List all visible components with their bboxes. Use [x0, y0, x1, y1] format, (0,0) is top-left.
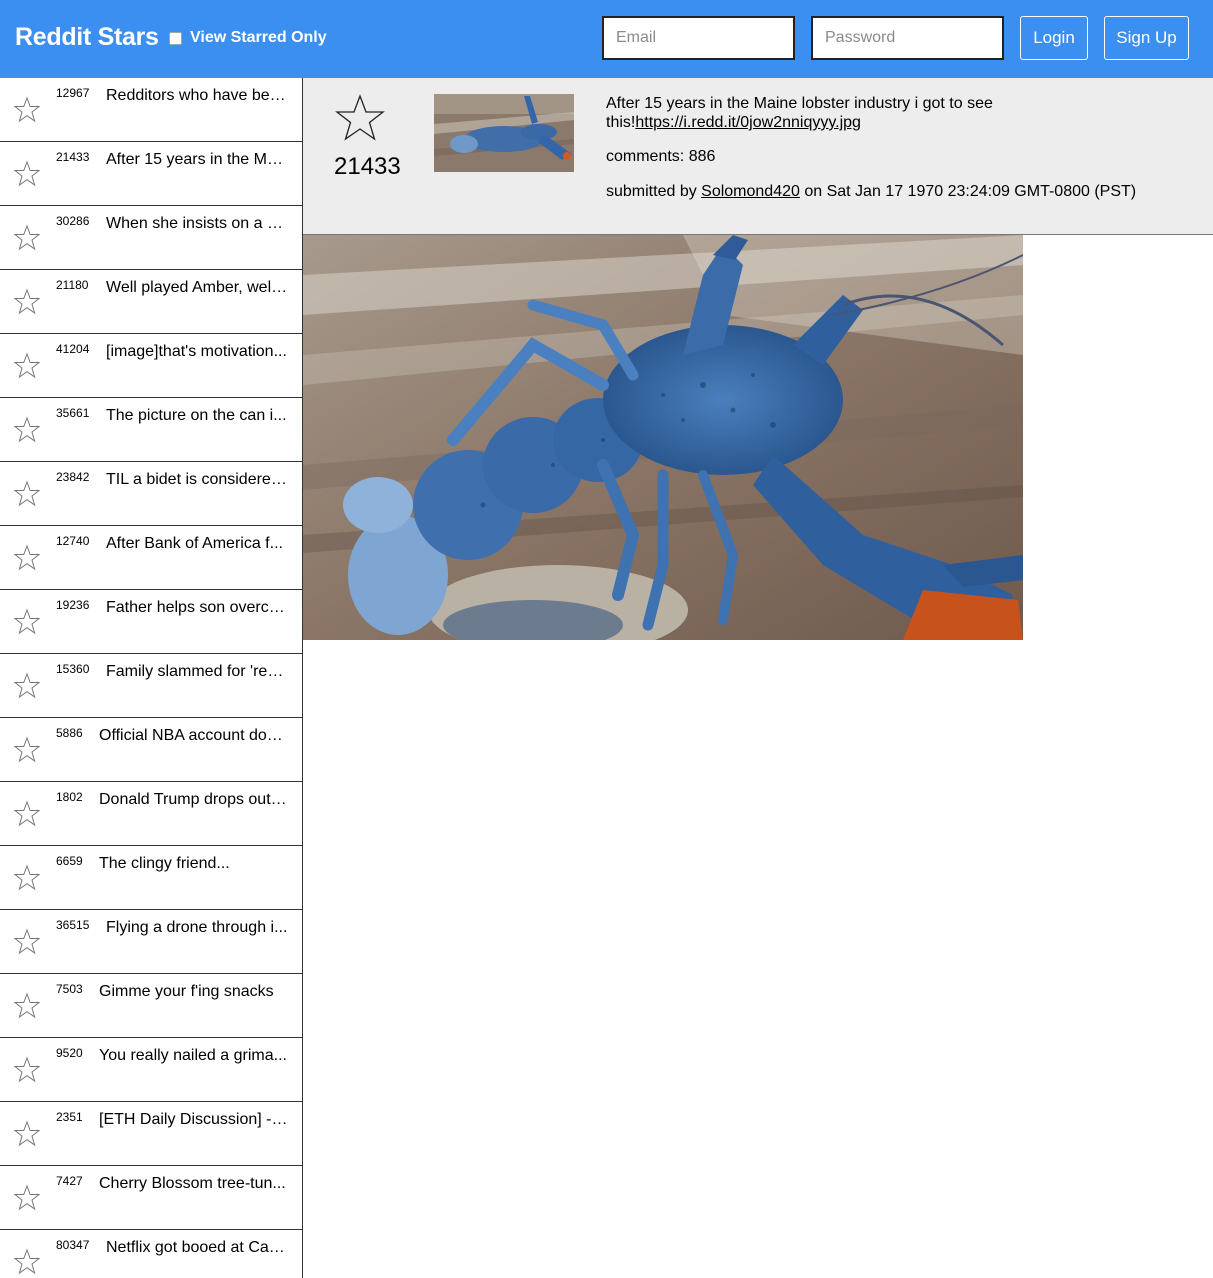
star-icon[interactable]: [13, 672, 41, 699]
item-score: 80347: [56, 1238, 90, 1252]
item-score: 7427: [56, 1174, 83, 1188]
item-score: 35661: [56, 406, 90, 420]
item-score: 41204: [56, 342, 90, 356]
star-icon[interactable]: [13, 160, 41, 187]
item-title[interactable]: After Bank of America f...: [106, 534, 288, 554]
list-item[interactable]: 9520 You really nailed a grima...: [0, 1038, 302, 1102]
item-title[interactable]: When she insists on a s...: [106, 214, 288, 234]
list-item[interactable]: 23842 TIL a bidet is considered...: [0, 462, 302, 526]
list-item[interactable]: 15360 Family slammed for 'rec...: [0, 654, 302, 718]
list-item[interactable]: 2351 [ETH Daily Discussion] - ...: [0, 1102, 302, 1166]
submitted-date: on Sat Jan 17 1970 23:24:09 GMT-0800 (PS…: [799, 183, 1137, 200]
item-score: 21433: [56, 150, 90, 164]
star-icon[interactable]: [335, 94, 385, 142]
star-icon[interactable]: [13, 224, 41, 251]
star-icon[interactable]: [13, 736, 41, 763]
star-icon[interactable]: [13, 928, 41, 955]
item-title[interactable]: The picture on the can i...: [106, 406, 288, 426]
item-score: 12740: [56, 534, 90, 548]
view-starred-checkbox[interactable]: [169, 31, 182, 45]
post-image[interactable]: [303, 235, 1023, 640]
star-icon[interactable]: [13, 864, 41, 891]
star-icon[interactable]: [13, 96, 41, 123]
list-item[interactable]: 12967 Redditors who have bee...: [0, 78, 302, 142]
post-thumbnail[interactable]: [434, 94, 574, 172]
item-score: 5886: [56, 726, 83, 740]
item-title[interactable]: After 15 years in the Ma...: [106, 150, 288, 170]
item-title[interactable]: Well played Amber, well ...: [106, 278, 288, 298]
post-title: After 15 years in the Maine lobster indu…: [606, 94, 1166, 132]
star-icon[interactable]: [13, 992, 41, 1019]
list-item[interactable]: 12740 After Bank of America f...: [0, 526, 302, 590]
item-score: 30286: [56, 214, 90, 228]
item-score: 19236: [56, 598, 90, 612]
star-icon[interactable]: [13, 1120, 41, 1147]
item-title[interactable]: [ETH Daily Discussion] - ...: [99, 1110, 288, 1130]
item-score: 1802: [56, 790, 83, 804]
brand-title[interactable]: Reddit Stars: [15, 21, 159, 53]
signup-button[interactable]: Sign Up: [1104, 16, 1189, 60]
top-navbar: Reddit Stars View Starred Only Email Pas…: [0, 0, 1213, 78]
list-item[interactable]: 30286 When she insists on a s...: [0, 206, 302, 270]
list-item[interactable]: 7503 Gimme your f'ing snacks: [0, 974, 302, 1038]
item-title[interactable]: Redditors who have bee...: [106, 86, 288, 106]
item-score: 21180: [56, 278, 89, 292]
item-score: 23842: [56, 470, 90, 484]
item-title[interactable]: Father helps son overco...: [106, 598, 288, 618]
post-detail-header: 21433 After 15 years in the Maine lobste…: [303, 78, 1213, 235]
login-button[interactable]: Login: [1020, 16, 1088, 60]
list-item[interactable]: 41204 [image]that's motivation...: [0, 334, 302, 398]
view-starred-label[interactable]: View Starred Only: [190, 29, 327, 47]
star-icon[interactable]: [13, 800, 41, 827]
star-icon[interactable]: [13, 1056, 41, 1083]
item-title[interactable]: Donald Trump drops out ...: [99, 790, 288, 810]
list-item[interactable]: 36515 Flying a drone through i...: [0, 910, 302, 974]
post-list-sidebar: 12967 Redditors who have bee... 21433 After…: [0, 78, 303, 1278]
star-icon[interactable]: [13, 416, 41, 443]
item-title[interactable]: TIL a bidet is considered...: [106, 470, 288, 490]
item-score: 2351: [56, 1110, 83, 1124]
post-link[interactable]: https://i.redd.it/0jow2nniqyyy.jpg: [635, 114, 861, 131]
star-icon[interactable]: [13, 352, 41, 379]
star-icon[interactable]: [13, 544, 41, 571]
list-item[interactable]: 80347 Netflix got booed at Can...: [0, 1230, 302, 1278]
item-score: 12967: [56, 86, 90, 100]
item-title[interactable]: [image]that's motivation...: [106, 342, 288, 362]
password-field[interactable]: Password: [811, 16, 1004, 60]
view-starred-toggle[interactable]: View Starred Only: [169, 27, 327, 49]
item-score: 36515: [56, 918, 90, 932]
list-item[interactable]: 7427 Cherry Blossom tree-tun...: [0, 1166, 302, 1230]
star-icon[interactable]: [13, 288, 41, 315]
item-title[interactable]: The clingy friend...: [99, 854, 288, 874]
list-item[interactable]: 6659 The clingy friend...: [0, 846, 302, 910]
item-score: 7503: [56, 982, 83, 996]
list-item[interactable]: 21433 After 15 years in the Ma...: [0, 142, 302, 206]
post-detail-text: After 15 years in the Maine lobster indu…: [606, 94, 1166, 201]
list-item[interactable]: 5886 Official NBA account doe...: [0, 718, 302, 782]
item-title[interactable]: Gimme your f'ing snacks: [99, 982, 288, 1002]
item-title[interactable]: Official NBA account doe...: [99, 726, 288, 746]
item-title[interactable]: Cherry Blossom tree-tun...: [99, 1174, 288, 1194]
list-item[interactable]: 1802 Donald Trump drops out ...: [0, 782, 302, 846]
item-title[interactable]: Flying a drone through i...: [106, 918, 288, 938]
star-icon[interactable]: [13, 480, 41, 507]
star-icon[interactable]: [13, 1184, 41, 1211]
list-item[interactable]: 35661 The picture on the can i...: [0, 398, 302, 462]
list-item[interactable]: 19236 Father helps son overco...: [0, 590, 302, 654]
email-field[interactable]: Email: [602, 16, 795, 60]
author-link[interactable]: Solomond420: [701, 183, 800, 200]
item-title[interactable]: Family slammed for 'rec...: [106, 662, 288, 682]
comments-count[interactable]: comments: 886: [606, 147, 1166, 166]
list-item[interactable]: 21180 Well played Amber, well ...: [0, 270, 302, 334]
item-title[interactable]: You really nailed a grima...: [99, 1046, 288, 1066]
submitted-prefix: submitted by: [606, 183, 702, 200]
item-title[interactable]: Netflix got booed at Can...: [106, 1238, 288, 1258]
item-score: 15360: [56, 662, 90, 676]
submitted-info: submitted by Solomond420 on Sat Jan 17 1…: [606, 182, 1166, 201]
item-score: 6659: [56, 854, 83, 868]
post-score: 21433: [334, 153, 401, 180]
star-icon[interactable]: [13, 1248, 41, 1275]
star-icon[interactable]: [13, 608, 41, 635]
item-score: 9520: [56, 1046, 83, 1060]
